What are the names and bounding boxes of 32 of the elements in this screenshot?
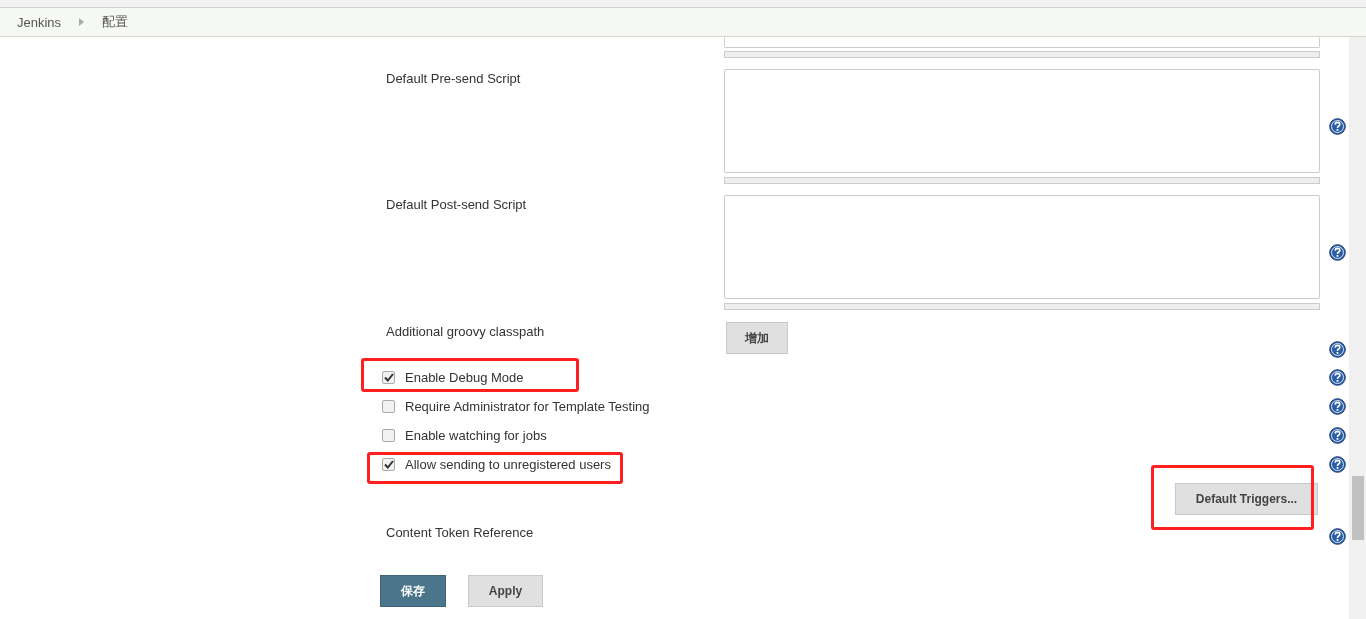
chevron-icon [79, 18, 85, 26]
save-button[interactable]: 保存 [380, 575, 446, 607]
checkbox-label: Enable watching for jobs [405, 428, 547, 443]
resize-handle[interactable] [724, 177, 1320, 184]
help-icon[interactable] [1329, 398, 1346, 415]
checkbox[interactable] [382, 371, 395, 384]
add-button[interactable]: 增加 [726, 322, 788, 354]
scrollbar[interactable] [1349, 37, 1366, 619]
breadcrumb-link[interactable]: 配置 [102, 13, 129, 31]
checkbox-label: Allow sending to unregistered users [405, 457, 611, 472]
help-icon[interactable] [1329, 427, 1346, 444]
help-icon[interactable] [1329, 341, 1346, 358]
checkbox[interactable] [382, 458, 395, 471]
help-icon[interactable] [1329, 528, 1346, 545]
resize-handle[interactable] [724, 303, 1320, 310]
field-label: Default Pre-send Script [386, 71, 521, 86]
section-label: Content Token Reference [386, 525, 534, 540]
resize-handle[interactable] [724, 51, 1320, 58]
checkbox[interactable] [382, 400, 395, 413]
default-triggers-button[interactable]: Default Triggers... [1175, 483, 1318, 515]
checkbox-label: Require Administrator for Template Testing [405, 399, 650, 414]
help-icon[interactable] [1329, 456, 1346, 473]
checkbox-label: Enable Debug Mode [405, 370, 524, 385]
field-label: Default Post-send Script [386, 197, 527, 212]
help-icon[interactable] [1329, 118, 1346, 135]
checkbox[interactable] [382, 429, 395, 442]
help-icon[interactable] [1329, 244, 1346, 261]
apply-button[interactable]: Apply [468, 575, 543, 607]
help-icon[interactable] [1329, 369, 1346, 386]
breadcrumb-link[interactable]: Jenkins [17, 14, 62, 30]
scrollbar-thumb[interactable] [1352, 476, 1364, 540]
field-label: Additional groovy classpath [386, 324, 545, 339]
